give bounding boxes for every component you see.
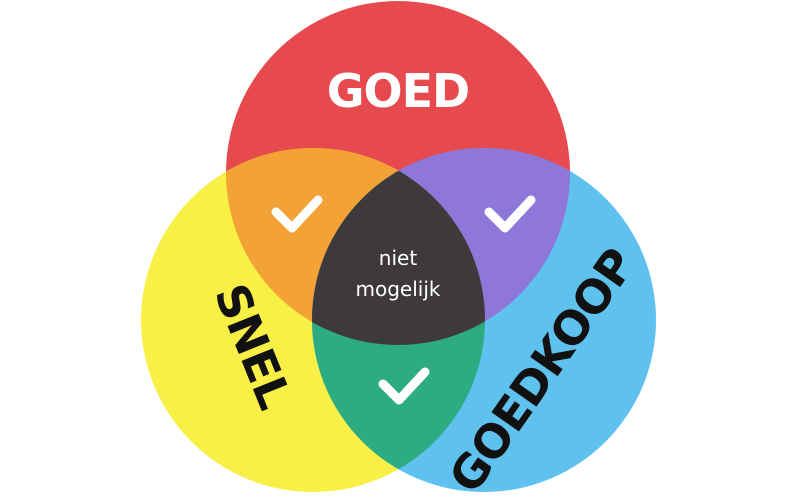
label-goed: GOED	[327, 64, 469, 118]
venn-diagram: GOED SNEL GOEDKOOP niet mogelijk	[141, 1, 656, 500]
center-label-line2: mogelijk	[356, 277, 441, 301]
center-label-line1: niet	[379, 246, 418, 270]
